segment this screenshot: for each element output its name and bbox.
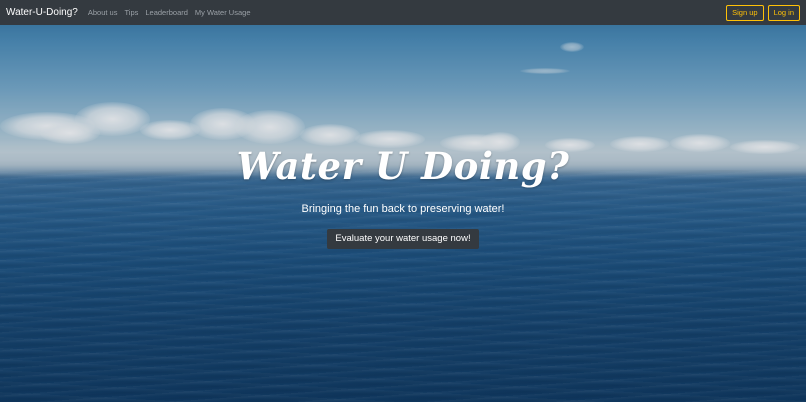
nav-link-my-water-usage[interactable]: My Water Usage [195, 8, 251, 17]
nav-link-about-us[interactable]: About us [88, 8, 118, 17]
hero-section: Water U Doing? Bringing the fun back to … [0, 140, 806, 249]
nav-links: About us Tips Leaderboard My Water Usage [88, 8, 258, 17]
log-in-button[interactable]: Log in [767, 4, 800, 21]
evaluate-usage-button[interactable]: Evaluate your water usage now! [327, 229, 479, 249]
nav-link-tips[interactable]: Tips [124, 8, 138, 17]
sign-up-button[interactable]: Sign up [726, 4, 764, 21]
brand-logo-link[interactable]: Water-U-Doing? [6, 7, 78, 18]
nav-link-leaderboard[interactable]: Leaderboard [145, 8, 188, 17]
top-navbar: Water-U-Doing? About us Tips Leaderboard… [0, 0, 806, 25]
auth-buttons: Sign up Log in [722, 4, 800, 21]
hero-title: Water U Doing? [236, 144, 570, 188]
landing-page: Water-U-Doing? About us Tips Leaderboard… [0, 0, 806, 402]
hero-subtitle: Bringing the fun back to preserving wate… [301, 203, 505, 215]
